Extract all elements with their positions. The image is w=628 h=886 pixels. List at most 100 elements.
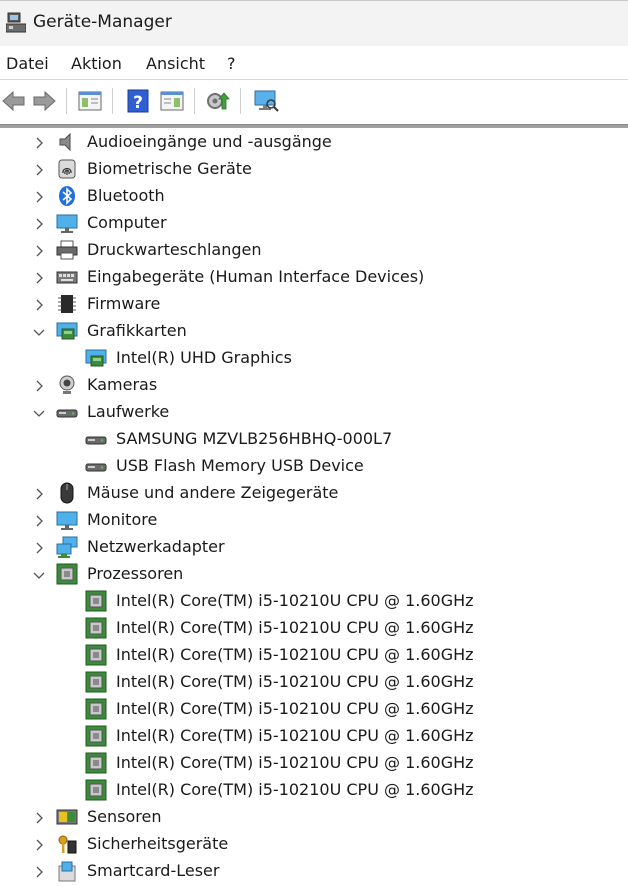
tree-category-eingabegeräte-human-interface-devices[interactable]: Eingabegeräte (Human Interface Devices) bbox=[0, 264, 620, 291]
chevron-right-icon[interactable] bbox=[32, 864, 46, 878]
chevron-right-icon[interactable] bbox=[32, 243, 46, 257]
processor-icon bbox=[85, 725, 107, 747]
tree-category-sensoren[interactable]: Sensoren bbox=[0, 804, 620, 831]
tree-category-laufwerke[interactable]: Laufwerke bbox=[0, 399, 620, 426]
help-icon[interactable]: ? bbox=[124, 87, 152, 115]
tree-device-item[interactable]: Intel(R) Core(TM) i5-10210U CPU @ 1.60GH… bbox=[0, 750, 620, 777]
chevron-right-icon[interactable] bbox=[32, 162, 46, 176]
processor-icon bbox=[85, 644, 107, 666]
chevron-right-icon[interactable] bbox=[32, 297, 46, 311]
smartcard-reader-icon bbox=[56, 860, 78, 882]
chevron-right-icon[interactable] bbox=[32, 540, 46, 554]
tree-category-label: Biometrische Geräte bbox=[87, 159, 252, 178]
keyboard-icon bbox=[56, 266, 78, 288]
chevron-down-icon[interactable] bbox=[32, 405, 46, 419]
scan-hardware-icon[interactable] bbox=[252, 87, 280, 115]
camera-icon bbox=[56, 374, 78, 396]
processor-icon bbox=[56, 563, 78, 585]
toolbar-separator bbox=[194, 88, 195, 114]
monitor-icon bbox=[56, 509, 78, 531]
network-adapter-icon bbox=[56, 536, 78, 558]
menu-aktion[interactable]: Aktion bbox=[71, 54, 122, 73]
device-tree: Audioeingänge und -ausgänge Biometrische … bbox=[0, 129, 628, 882]
processor-icon bbox=[85, 617, 107, 639]
tree-category-label: Druckwarteschlangen bbox=[87, 240, 262, 259]
tree-device-item[interactable]: Intel(R) Core(TM) i5-10210U CPU @ 1.60GH… bbox=[0, 777, 620, 804]
tree-device-item[interactable]: Intel(R) Core(TM) i5-10210U CPU @ 1.60GH… bbox=[0, 642, 620, 669]
tree-device-item[interactable]: Intel(R) Core(TM) i5-10210U CPU @ 1.60GH… bbox=[0, 669, 620, 696]
drive-icon bbox=[85, 428, 107, 450]
tree-device-item[interactable]: Intel(R) Core(TM) i5-10210U CPU @ 1.60GH… bbox=[0, 615, 620, 642]
tree-category-grafikkarten[interactable]: Grafikkarten bbox=[0, 318, 620, 345]
tree-category-monitore[interactable]: Monitore bbox=[0, 507, 620, 534]
tree-category-label: Smartcard-Leser bbox=[87, 861, 220, 880]
tree-device-item[interactable]: Intel(R) Core(TM) i5-10210U CPU @ 1.60GH… bbox=[0, 588, 620, 615]
chevron-right-icon[interactable] bbox=[32, 837, 46, 851]
drive-icon bbox=[56, 401, 78, 423]
tree-device-item[interactable]: Intel(R) UHD Graphics bbox=[0, 345, 620, 372]
menu-ansicht[interactable]: Ansicht bbox=[146, 54, 205, 73]
back-arrow-icon[interactable] bbox=[0, 87, 28, 115]
menu-help[interactable]: ? bbox=[227, 54, 236, 73]
processor-icon bbox=[85, 671, 107, 693]
chevron-right-icon[interactable] bbox=[32, 513, 46, 527]
tree-category-computer[interactable]: Computer bbox=[0, 210, 620, 237]
update-driver-icon[interactable] bbox=[204, 87, 232, 115]
toolbar: ? bbox=[0, 80, 628, 122]
processor-icon bbox=[85, 698, 107, 720]
display-adapter-icon bbox=[56, 320, 78, 342]
chevron-right-icon[interactable] bbox=[32, 378, 46, 392]
menu-datei[interactable]: Datei bbox=[6, 54, 49, 73]
chevron-right-icon[interactable] bbox=[32, 486, 46, 500]
tree-device-item[interactable]: SAMSUNG MZVLB256HBHQ-000L7 bbox=[0, 426, 620, 453]
chevron-down-icon[interactable] bbox=[32, 567, 46, 581]
svg-text:?: ? bbox=[133, 93, 143, 113]
toolbar-separator bbox=[240, 88, 241, 114]
tree-category-mäuse-und-andere-zeigegeräte[interactable]: Mäuse und andere Zeigegeräte bbox=[0, 480, 620, 507]
tree-device-label: Intel(R) Core(TM) i5-10210U CPU @ 1.60GH… bbox=[116, 645, 474, 664]
mouse-icon bbox=[56, 482, 78, 504]
tree-category-audioeingänge-und-ausgänge[interactable]: Audioeingänge und -ausgänge bbox=[0, 129, 620, 156]
tree-device-label: Intel(R) Core(TM) i5-10210U CPU @ 1.60GH… bbox=[116, 699, 474, 718]
chevron-right-icon[interactable] bbox=[32, 270, 46, 284]
tree-category-label: Sensoren bbox=[87, 807, 162, 826]
forward-arrow-icon[interactable] bbox=[30, 87, 58, 115]
device-manager-icon bbox=[6, 12, 26, 33]
toolbar-separator bbox=[66, 88, 67, 114]
properties-icon[interactable] bbox=[158, 87, 186, 115]
chevron-right-icon[interactable] bbox=[32, 216, 46, 230]
tree-category-smartcard-leser[interactable]: Smartcard-Leser bbox=[0, 858, 620, 885]
tree-category-label: Mäuse und andere Zeigegeräte bbox=[87, 483, 339, 502]
chevron-down-icon[interactable] bbox=[32, 324, 46, 338]
tree-device-item[interactable]: Intel(R) Core(TM) i5-10210U CPU @ 1.60GH… bbox=[0, 696, 620, 723]
show-hide-tree-icon[interactable] bbox=[76, 87, 104, 115]
tree-category-label: Firmware bbox=[87, 294, 161, 313]
tree-category-kameras[interactable]: Kameras bbox=[0, 372, 620, 399]
tree-category-label: Eingabegeräte (Human Interface Devices) bbox=[87, 267, 425, 286]
tree-category-sicherheitsgeräte[interactable]: Sicherheitsgeräte bbox=[0, 831, 620, 858]
tree-category-prozessoren[interactable]: Prozessoren bbox=[0, 561, 620, 588]
window-title: Geräte-Manager bbox=[33, 12, 172, 32]
tree-category-druckwarteschlangen[interactable]: Druckwarteschlangen bbox=[0, 237, 620, 264]
tree-category-netzwerkadapter[interactable]: Netzwerkadapter bbox=[0, 534, 620, 561]
chevron-right-icon[interactable] bbox=[32, 135, 46, 149]
tree-device-item[interactable]: USB Flash Memory USB Device bbox=[0, 453, 620, 480]
sensor-icon bbox=[56, 806, 78, 828]
tree-category-bluetooth[interactable]: Bluetooth bbox=[0, 183, 620, 210]
speaker-icon bbox=[56, 131, 78, 153]
printer-icon bbox=[56, 239, 78, 261]
tree-category-biometrische-geräte[interactable]: Biometrische Geräte bbox=[0, 156, 620, 183]
tree-device-item[interactable]: Intel(R) Core(TM) i5-10210U CPU @ 1.60GH… bbox=[0, 723, 620, 750]
tree-device-label: Intel(R) UHD Graphics bbox=[116, 348, 292, 367]
display-adapter-icon bbox=[85, 347, 107, 369]
chevron-right-icon[interactable] bbox=[32, 189, 46, 203]
tree-device-label: Intel(R) Core(TM) i5-10210U CPU @ 1.60GH… bbox=[116, 591, 474, 610]
tree-category-label: Kameras bbox=[87, 375, 158, 394]
tree-category-label: Sicherheitsgeräte bbox=[87, 834, 229, 853]
tree-device-label: SAMSUNG MZVLB256HBHQ-000L7 bbox=[116, 429, 393, 448]
tree-category-firmware[interactable]: Firmware bbox=[0, 291, 620, 318]
chevron-right-icon[interactable] bbox=[32, 810, 46, 824]
tree-device-label: Intel(R) Core(TM) i5-10210U CPU @ 1.60GH… bbox=[116, 780, 474, 799]
tree-category-label: Bluetooth bbox=[87, 186, 165, 205]
tree-device-label: Intel(R) Core(TM) i5-10210U CPU @ 1.60GH… bbox=[116, 726, 474, 745]
